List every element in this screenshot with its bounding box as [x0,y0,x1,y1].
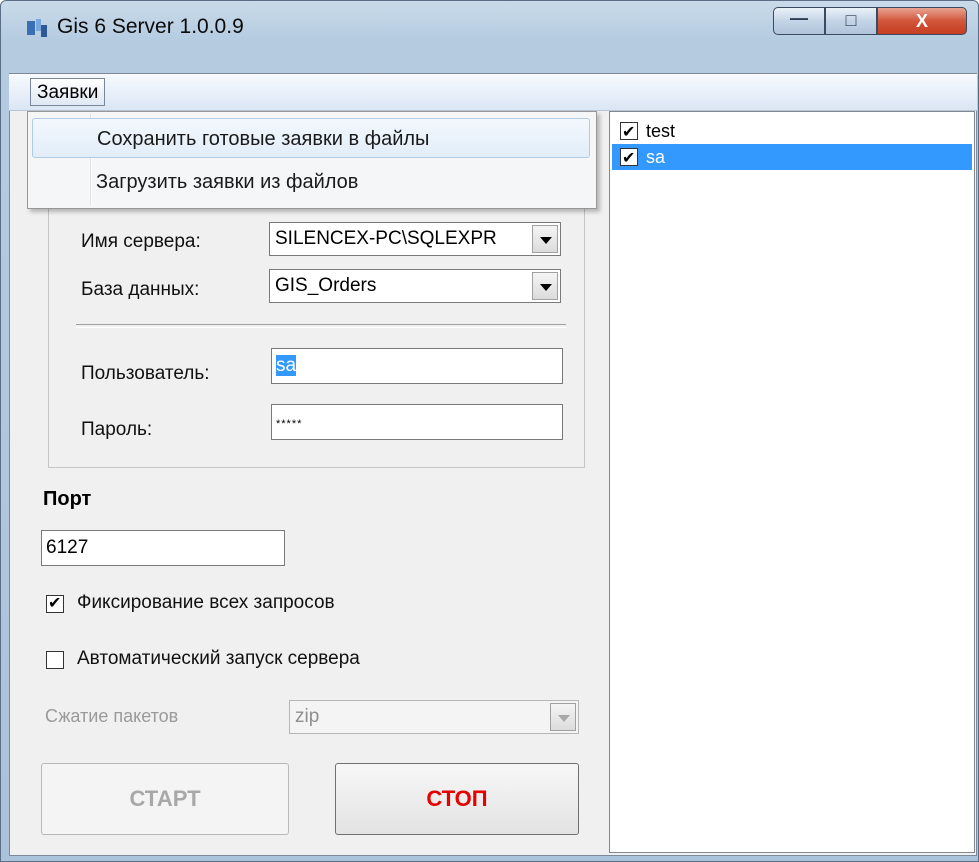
menu-orders[interactable]: Заявки [30,78,106,106]
minimize-icon: — [790,8,808,28]
maximize-button[interactable]: □ [825,7,877,35]
database-combo[interactable]: GIS_Orders [269,269,561,303]
compression-combo[interactable]: zip [289,700,579,734]
compression-value: zip [295,706,320,727]
menu-bar: Заявки [9,74,977,111]
server-name-value: SILENCEX-PC\SQLEXPR [275,228,497,249]
user-checkbox[interactable] [620,146,638,172]
list-item[interactable]: test [612,118,972,146]
database-value: GIS_Orders [275,275,377,296]
start-button[interactable]: СТАРТ [41,763,289,835]
maximize-icon: □ [845,10,857,30]
password-label: Пароль: [81,419,153,440]
orders-dropdown-menu: Сохранить готовые заявки в файлы Загрузи… [27,111,597,209]
window-title: Gis 6 Server 1.0.0.9 [57,15,244,38]
user-input[interactable]: sa [271,348,563,384]
log-all-label: Фиксирование всех запросов [77,592,335,613]
user-label: Пользователь: [81,363,210,384]
list-item-label: sa [646,147,666,167]
app-icon [27,19,47,37]
close-icon: X [915,11,928,31]
menu-item-save-orders[interactable]: Сохранить готовые заявки в файлы [32,118,590,158]
autostart-label: Автоматический запуск сервера [77,648,360,669]
users-listbox[interactable]: test sa [609,111,975,853]
list-item-label: test [646,121,676,141]
database-label: База данных: [81,279,200,300]
chevron-down-icon[interactable] [550,703,576,731]
list-item[interactable]: sa [612,144,972,172]
compression-label: Сжатие пакетов [45,706,179,726]
log-all-checkbox[interactable] [46,593,64,613]
server-name-combo[interactable]: SILENCEX-PC\SQLEXPR [269,222,561,256]
server-name-label: Имя сервера: [81,231,201,252]
port-value: 6127 [46,537,89,558]
autostart-checkbox[interactable] [46,651,64,669]
port-input[interactable]: 6127 [41,530,285,566]
password-value: ***** [276,418,303,430]
app-window: Gis 6 Server 1.0.0.9 — □ X Заявки Имя се… [0,0,979,862]
separator [76,324,566,328]
user-checkbox[interactable] [620,120,638,146]
menu-item-load-orders[interactable]: Загрузить заявки из файлов [32,162,590,202]
password-input[interactable]: ***** [271,404,563,440]
title-bar[interactable]: Gis 6 Server 1.0.0.9 — □ X [1,1,978,41]
chevron-down-icon[interactable] [532,225,558,253]
chevron-down-icon[interactable] [532,272,558,300]
port-title: Порт [43,488,92,510]
close-button[interactable]: X [877,7,967,35]
minimize-button[interactable]: — [773,7,825,35]
user-value: sa [276,355,297,376]
stop-button[interactable]: СТОП [335,763,579,835]
